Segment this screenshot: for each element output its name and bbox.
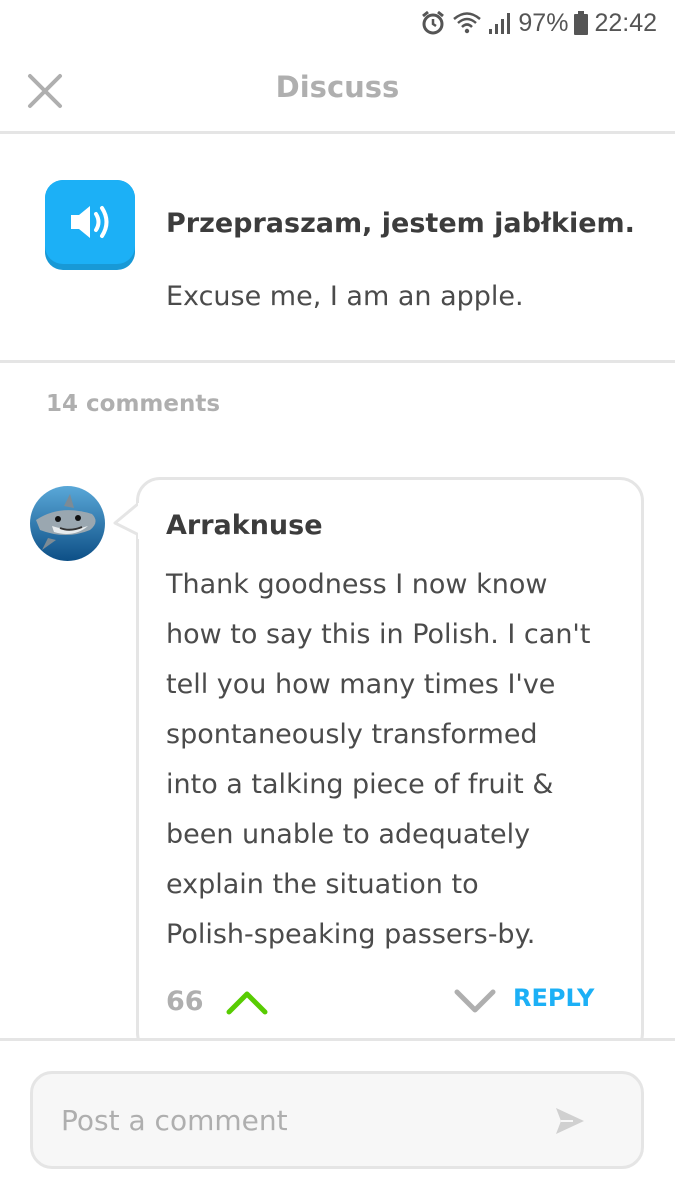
reply-button[interactable]: REPLY [513, 984, 594, 1012]
header-bar: Discuss [0, 46, 675, 132]
avatar[interactable] [30, 486, 105, 561]
bubble-tail [113, 503, 141, 539]
comment-line: tell you how many times I've [166, 669, 556, 700]
speaker-icon [71, 206, 109, 238]
comment-line: Thank goodness I now know [166, 569, 548, 600]
clock: 22:42 [594, 8, 657, 37]
comments-count: 14 comments [46, 391, 221, 417]
comment-line: been unable to adequately [166, 819, 531, 850]
chevron-down-icon [454, 989, 496, 1013]
sentence-text: Przepraszam, jestem jabłkiem. [166, 208, 635, 239]
avatar-image [30, 486, 105, 561]
sentence-divider [0, 360, 675, 363]
post-comment-box [30, 1071, 644, 1169]
comment-username[interactable]: Arraknuse [166, 510, 323, 541]
comment-line: how to say this in Polish. I can't [166, 619, 591, 650]
send-icon [556, 1108, 584, 1134]
send-button[interactable] [553, 1104, 587, 1138]
sentence-translation: Excuse me, I am an apple. [166, 281, 524, 312]
battery-icon [574, 11, 589, 35]
comment-line: Polish-speaking passers-by. [166, 919, 536, 950]
status-bar: 97% 22:42 [0, 0, 675, 46]
header-divider [0, 131, 675, 134]
comment-line: explain the situation to [166, 869, 479, 900]
chevron-up-icon [226, 991, 268, 1015]
status-icons: 97% 22:42 [420, 6, 657, 40]
page-title: Discuss [275, 70, 400, 104]
comment-line: into a talking piece of fruit & [166, 769, 554, 800]
alarm-icon [422, 10, 445, 35]
signal-icon [489, 13, 511, 34]
comment-score: 66 [166, 986, 204, 1017]
battery-percent: 97% [518, 8, 569, 37]
wifi-icon [453, 12, 482, 34]
post-comment-input[interactable] [61, 1074, 541, 1166]
comment-line: spontaneously transformed [166, 719, 538, 750]
play-audio-button[interactable] [45, 180, 135, 270]
upvote-button[interactable] [224, 984, 270, 1020]
downvote-button[interactable] [452, 984, 498, 1020]
comment-text: Thank goodness I now know how to say thi… [166, 560, 626, 960]
